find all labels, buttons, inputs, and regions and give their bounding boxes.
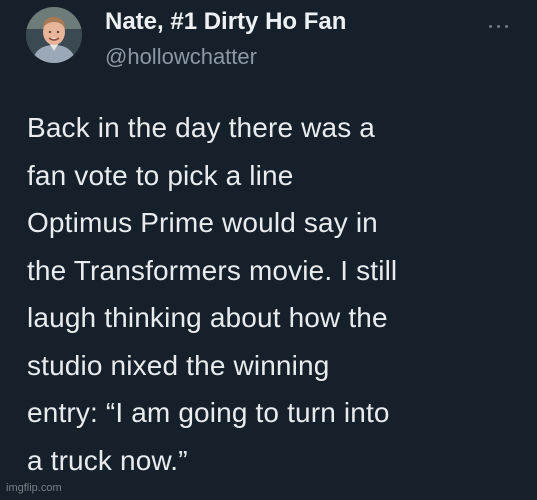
- avatar[interactable]: [26, 7, 82, 63]
- author-handle[interactable]: @hollowchatter: [105, 44, 257, 70]
- more-horizontal-icon[interactable]: [487, 22, 511, 32]
- watermark: imgflip.com: [6, 482, 62, 494]
- tweet-card: Nate, #1 Dirty Ho Fan @hollowchatter Bac…: [0, 0, 537, 500]
- tweet-text: Back in the day there was a fan vote to …: [27, 112, 398, 476]
- author-display-name[interactable]: Nate, #1 Dirty Ho Fan: [105, 8, 346, 36]
- avatar-image: [26, 7, 82, 63]
